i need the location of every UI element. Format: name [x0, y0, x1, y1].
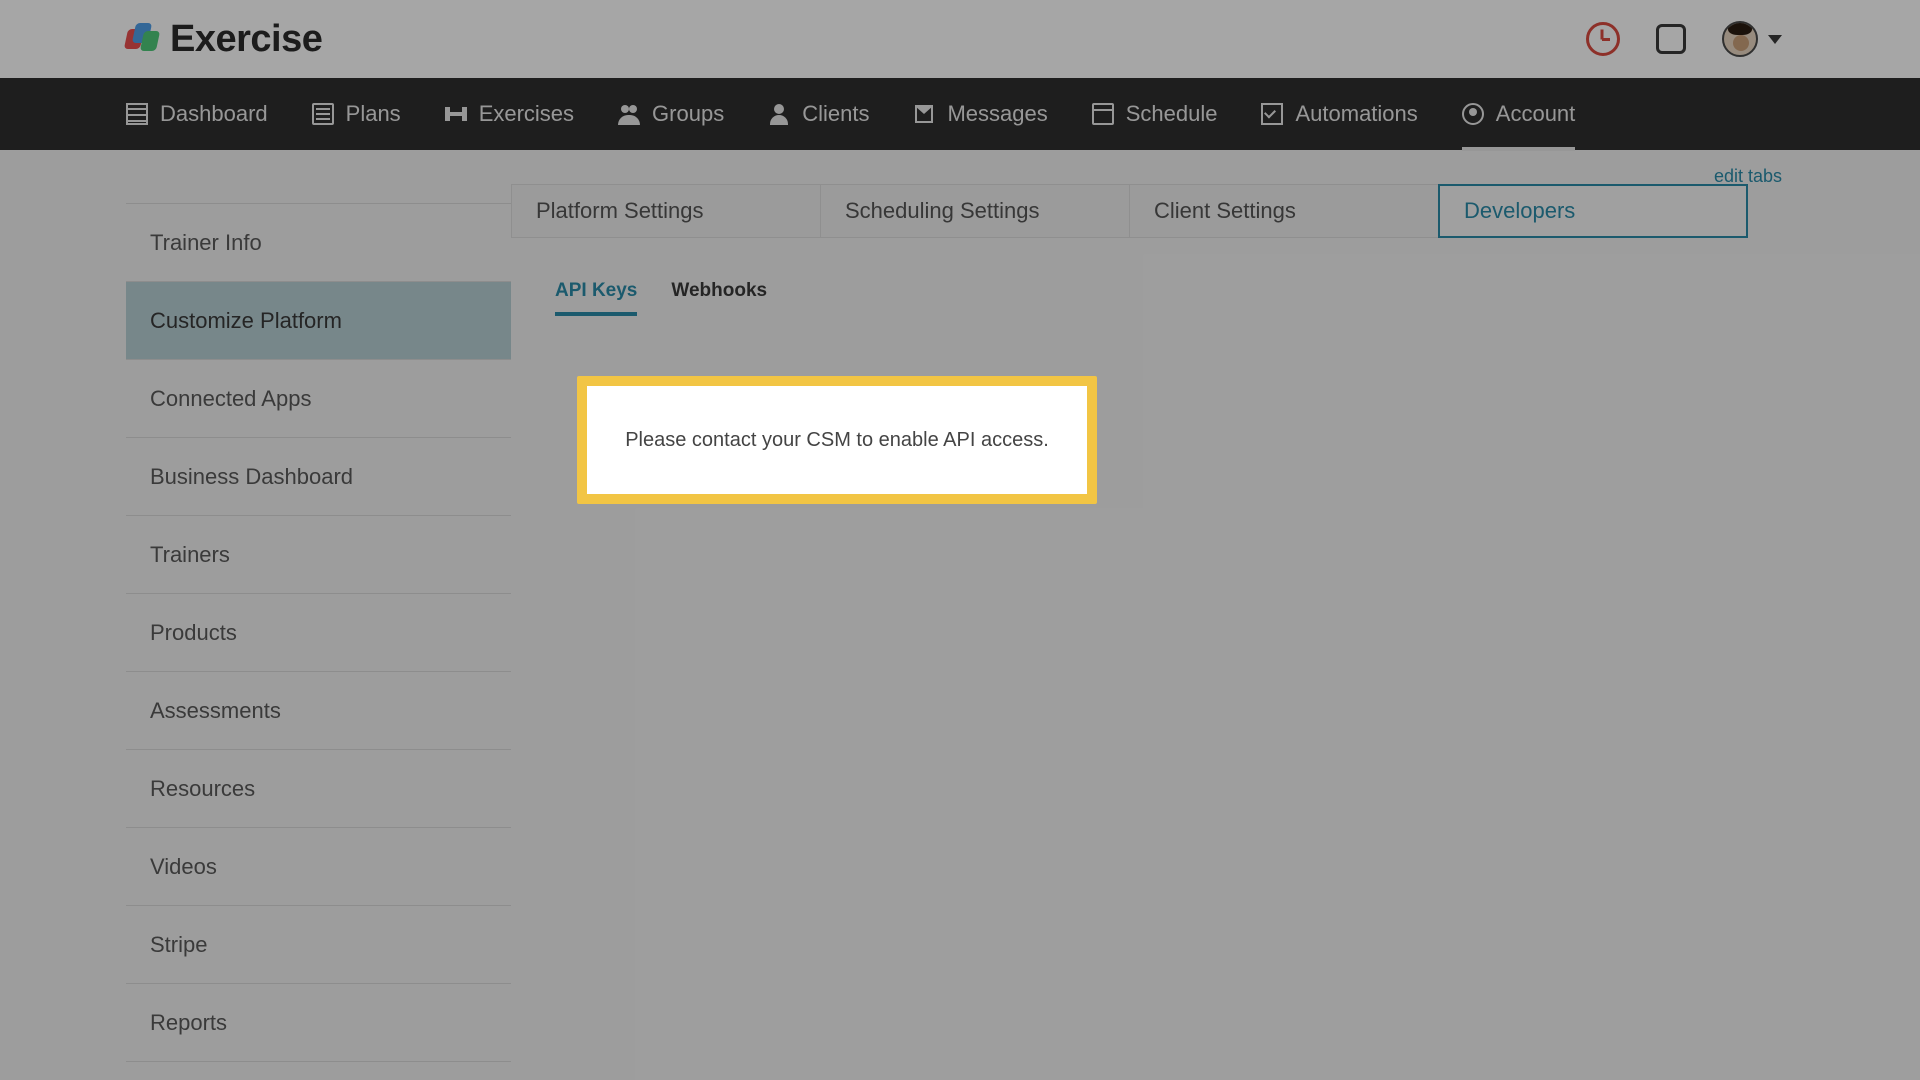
sidebar-item-trainers[interactable]: Trainers: [126, 515, 511, 594]
account-icon: [1462, 103, 1484, 125]
sidebar-item-trainer-info[interactable]: Trainer Info: [126, 203, 511, 282]
sidebar-item-reports[interactable]: Reports: [126, 983, 511, 1062]
nav-label: Clients: [802, 101, 869, 127]
groups-icon: [618, 103, 640, 125]
subtab-webhooks[interactable]: Webhooks: [671, 280, 767, 316]
sidebar-item-customize-platform[interactable]: Customize Platform: [126, 281, 511, 360]
nav-label: Exercises: [479, 101, 574, 127]
nav-clients[interactable]: Clients: [768, 95, 869, 133]
avatar-icon: [1722, 21, 1758, 57]
tab-developers[interactable]: Developers: [1438, 184, 1748, 238]
chevron-down-icon: [1768, 35, 1782, 44]
sidebar-item-products[interactable]: Products: [126, 593, 511, 672]
nav-label: Account: [1496, 101, 1576, 127]
sidebar-item-resources[interactable]: Resources: [126, 749, 511, 828]
nav-exercises[interactable]: Exercises: [445, 95, 574, 133]
api-access-notice-card: Please contact your CSM to enable API ac…: [577, 376, 1097, 504]
nav-label: Dashboard: [160, 101, 268, 127]
sidebar-item-stripe[interactable]: Stripe: [126, 905, 511, 984]
nav-label: Automations: [1295, 101, 1417, 127]
sidebar-item-business-dashboard[interactable]: Business Dashboard: [126, 437, 511, 516]
nav-label: Messages: [947, 101, 1047, 127]
tab-scheduling-settings[interactable]: Scheduling Settings: [820, 184, 1130, 238]
nav-groups[interactable]: Groups: [618, 95, 724, 133]
nav-schedule[interactable]: Schedule: [1092, 95, 1218, 133]
nav-label: Plans: [346, 101, 401, 127]
nav-plans[interactable]: Plans: [312, 95, 401, 133]
exercises-icon: [445, 103, 467, 125]
developer-subtabs: API Keys Webhooks: [555, 280, 1782, 316]
clock-icon[interactable]: [1586, 22, 1620, 56]
edit-tabs-link[interactable]: edit tabs: [1714, 166, 1782, 187]
subtab-api-keys[interactable]: API Keys: [555, 280, 637, 316]
brand-logo-block[interactable]: Exercise: [126, 18, 322, 61]
automations-icon: [1261, 103, 1283, 125]
clients-icon: [768, 103, 790, 125]
nav-account[interactable]: Account: [1462, 95, 1576, 133]
square-icon[interactable]: [1656, 24, 1686, 54]
nav-label: Schedule: [1126, 101, 1218, 127]
nav-messages[interactable]: Messages: [913, 95, 1047, 133]
nav-dashboard[interactable]: Dashboard: [126, 95, 268, 133]
dashboard-icon: [126, 103, 148, 125]
api-access-notice-text: Please contact your CSM to enable API ac…: [625, 429, 1049, 452]
brand-name: Exercise: [170, 18, 322, 61]
brand-logo-icon: [126, 23, 158, 55]
tab-platform-settings[interactable]: Platform Settings: [511, 184, 821, 238]
main-nav: Dashboard Plans Exercises Groups Clients…: [0, 78, 1920, 150]
sidebar-item-connected-apps[interactable]: Connected Apps: [126, 359, 511, 438]
schedule-icon: [1092, 103, 1114, 125]
sidebar-item-assessments[interactable]: Assessments: [126, 671, 511, 750]
sidebar: Trainer Info Customize Platform Connecte…: [126, 204, 511, 1062]
nav-automations[interactable]: Automations: [1261, 95, 1417, 133]
tab-client-settings[interactable]: Client Settings: [1129, 184, 1439, 238]
plans-icon: [312, 103, 334, 125]
messages-icon: [913, 103, 935, 125]
sidebar-item-videos[interactable]: Videos: [126, 827, 511, 906]
settings-tabs: Platform Settings Scheduling Settings Cl…: [511, 184, 1782, 238]
brand-bar: Exercise: [0, 0, 1920, 78]
content-area: edit tabs Platform Settings Scheduling S…: [511, 150, 1920, 1062]
nav-label: Groups: [652, 101, 724, 127]
user-menu[interactable]: [1722, 21, 1782, 57]
